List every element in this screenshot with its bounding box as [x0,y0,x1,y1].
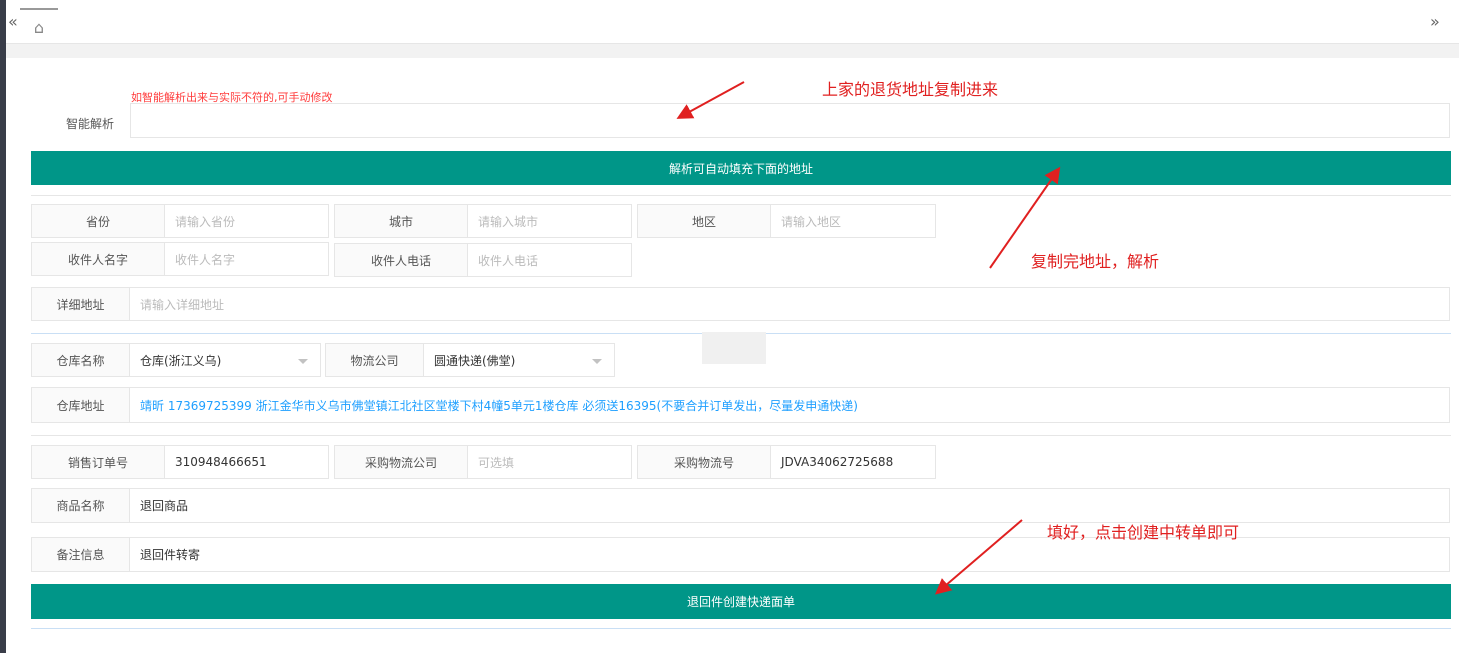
arrow-icon [676,81,745,119]
annotation-arrows [676,81,1061,595]
arrow-icon [989,166,1061,269]
arrow-icon [934,519,1023,595]
